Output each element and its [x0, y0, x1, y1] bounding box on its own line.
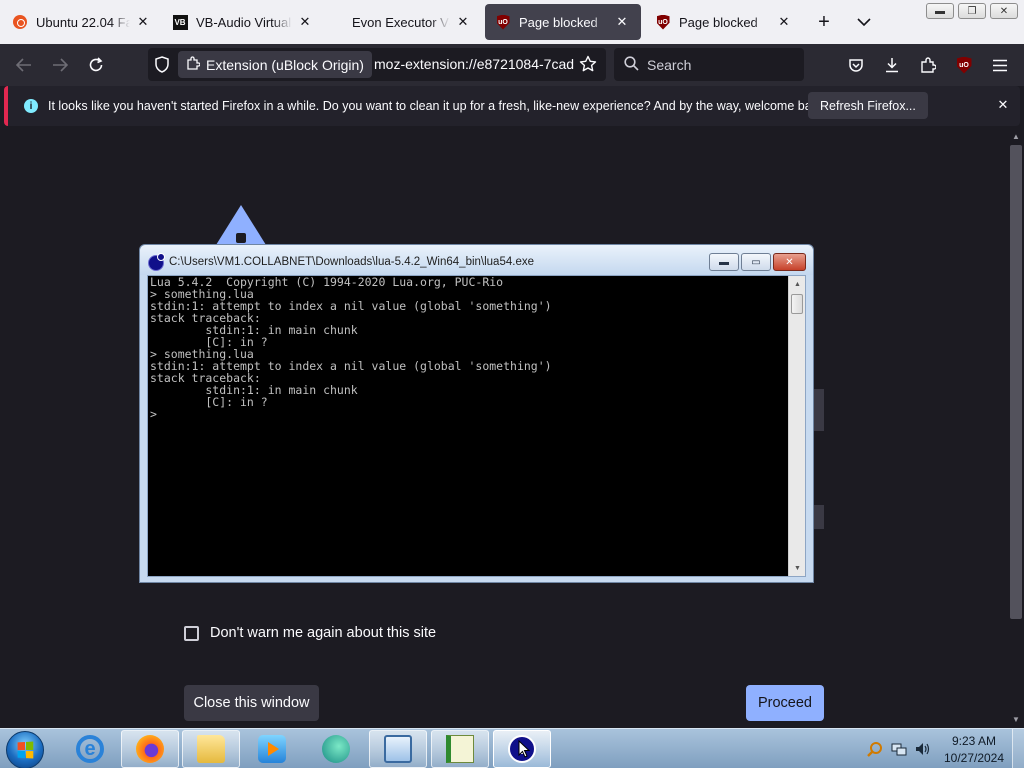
- close-icon[interactable]: ✕: [454, 13, 472, 31]
- lua-console-window[interactable]: C:\Users\VM1.COLLABNET\Downloads\lua-5.4…: [139, 244, 814, 583]
- close-window-icon[interactable]: ✕: [990, 3, 1018, 19]
- url-bar[interactable]: Extension (uBlock Origin) moz-extension:…: [148, 48, 606, 81]
- search-icon: [624, 55, 639, 74]
- console-text: Lua 5.4.2 Copyright (C) 1994-2020 Lua.or…: [150, 276, 788, 576]
- system-clock[interactable]: 9:23 AM 10/27/2024: [940, 733, 1008, 767]
- taskbar-notepad[interactable]: [431, 730, 489, 768]
- tab-ubuntu[interactable]: Ubuntu 22.04 Fake U ✕: [2, 4, 162, 40]
- taskbar-internet-explorer[interactable]: e: [61, 730, 119, 768]
- info-icon: i: [24, 99, 38, 113]
- page-scrollbar[interactable]: ▲ ▼: [1008, 127, 1024, 728]
- extension-identity-box[interactable]: Extension (uBlock Origin): [178, 51, 372, 78]
- firefox-icon: [136, 735, 164, 763]
- scroll-thumb[interactable]: [791, 294, 803, 314]
- taskbar-control-panel[interactable]: [369, 730, 427, 768]
- dont-warn-checkbox-row[interactable]: Don't warn me again about this site: [184, 625, 436, 641]
- downloads-icon[interactable]: [880, 53, 904, 77]
- minimize-window-button[interactable]: ▬: [926, 3, 954, 19]
- clock-time: 9:23 AM: [951, 734, 997, 748]
- search-placeholder: Search: [647, 56, 692, 73]
- tab-page-blocked-active[interactable]: uO Page blocked ✕: [485, 4, 641, 40]
- tab-title: Ubuntu 22.04 Fake U: [36, 14, 130, 30]
- notepad-icon: [446, 735, 474, 763]
- control-panel-icon: [384, 735, 412, 763]
- forward-arrow-icon[interactable]: [48, 53, 72, 77]
- list-all-tabs-icon[interactable]: [852, 10, 876, 34]
- clock-date: 10/27/2024: [943, 751, 1005, 765]
- taskbar-app-fish[interactable]: [307, 730, 365, 768]
- search-input[interactable]: Search: [614, 48, 804, 81]
- taskbar-media-player[interactable]: [243, 730, 301, 768]
- tab-page-blocked[interactable]: uO Page blocked ✕: [645, 4, 803, 40]
- tab-title: Page blocked: [519, 14, 598, 30]
- notification-bar: i It looks like you haven't started Fire…: [4, 86, 1020, 126]
- close-icon[interactable]: ✕: [296, 13, 314, 31]
- action-center-icon[interactable]: [866, 740, 884, 758]
- scroll-up-icon[interactable]: ▲: [789, 277, 806, 291]
- ublock-origin-icon: uO: [495, 14, 511, 30]
- app-icon: [322, 735, 350, 763]
- windows-taskbar: e L 9:23 AM 10/27/2024: [0, 728, 1024, 768]
- console-title: C:\Users\VM1.COLLABNET\Downloads\lua-5.4…: [169, 256, 534, 268]
- console-minimize-button[interactable]: ▬: [709, 253, 739, 271]
- lua-icon: [148, 253, 165, 271]
- pocket-icon[interactable]: [844, 53, 868, 77]
- checkbox[interactable]: [184, 625, 199, 641]
- puzzle-icon: [186, 56, 201, 73]
- scroll-down-icon[interactable]: ▼: [1010, 713, 1022, 725]
- notification-text: It looks like you haven't started Firefo…: [48, 99, 828, 113]
- vb-audio-icon: VB: [172, 14, 188, 30]
- close-icon[interactable]: ✕: [994, 96, 1012, 114]
- tab-title: VB-Audio Virtual Ap: [196, 14, 292, 30]
- tab-strip: Ubuntu 22.04 Fake U ✕ VB VB-Audio Virtua…: [0, 0, 1024, 44]
- scroll-down-icon[interactable]: ▼: [789, 561, 806, 575]
- identity-label: Extension (uBlock Origin): [206, 56, 364, 73]
- folder-icon: [197, 735, 225, 763]
- tab-title: Evon Executor V4 Do: [352, 14, 450, 30]
- media-player-icon: [258, 735, 286, 763]
- close-icon[interactable]: ✕: [775, 13, 793, 31]
- shield-icon[interactable]: [154, 56, 172, 74]
- ubuntu-icon: [12, 14, 28, 30]
- close-this-window-button[interactable]: Close this window: [184, 685, 319, 721]
- console-maximize-button[interactable]: ▭: [741, 253, 771, 271]
- internet-explorer-icon: e: [76, 735, 104, 763]
- console-line: [C]: in ?: [150, 395, 268, 409]
- windows-logo-icon: [17, 741, 34, 759]
- restore-window-button[interactable]: ❐: [958, 3, 986, 19]
- console-scrollbar[interactable]: ▲ ▼: [788, 276, 805, 576]
- dont-warn-label: Don't warn me again about this site: [210, 625, 437, 641]
- hamburger-menu-icon[interactable]: [988, 53, 1012, 77]
- close-icon[interactable]: ✕: [613, 13, 631, 31]
- scroll-up-icon[interactable]: ▲: [1010, 130, 1022, 142]
- refresh-firefox-button[interactable]: Refresh Firefox...: [808, 92, 928, 119]
- console-close-button[interactable]: ✕: [773, 253, 806, 271]
- taskbar-firefox[interactable]: [121, 730, 179, 768]
- network-icon[interactable]: [890, 740, 908, 758]
- new-tab-icon[interactable]: +: [812, 10, 836, 34]
- back-arrow-icon[interactable]: [12, 53, 36, 77]
- url-text[interactable]: moz-extension://e8721084-7cad: [374, 56, 574, 72]
- mouse-cursor-icon: [518, 740, 530, 758]
- tab-evon-executor[interactable]: Evon Executor V4 Do ✕: [334, 4, 482, 40]
- console-titlebar[interactable]: C:\Users\VM1.COLLABNET\Downloads\lua-5.4…: [140, 245, 813, 275]
- taskbar-windows-explorer[interactable]: [182, 730, 240, 768]
- start-button[interactable]: [6, 731, 44, 768]
- console-line: >: [150, 407, 157, 421]
- tab-title: Page blocked: [679, 14, 758, 30]
- warning-icon: [216, 205, 266, 245]
- extensions-icon[interactable]: [916, 53, 940, 77]
- tab-vb-audio[interactable]: VB VB-Audio Virtual Ap ✕: [162, 4, 324, 40]
- proceed-button[interactable]: Proceed: [746, 685, 824, 721]
- ublock-origin-icon[interactable]: uO: [952, 53, 976, 77]
- bookmark-star-icon[interactable]: [579, 55, 599, 75]
- reload-icon[interactable]: [84, 53, 108, 77]
- navigation-toolbar: Extension (uBlock Origin) moz-extension:…: [0, 44, 1024, 86]
- volume-icon[interactable]: [913, 740, 931, 758]
- console-output[interactable]: Lua 5.4.2 Copyright (C) 1994-2020 Lua.or…: [147, 275, 806, 577]
- ublock-origin-icon: uO: [655, 14, 671, 30]
- scroll-thumb[interactable]: [1010, 145, 1022, 619]
- show-desktop-button[interactable]: [1012, 729, 1024, 768]
- close-icon[interactable]: ✕: [134, 13, 152, 31]
